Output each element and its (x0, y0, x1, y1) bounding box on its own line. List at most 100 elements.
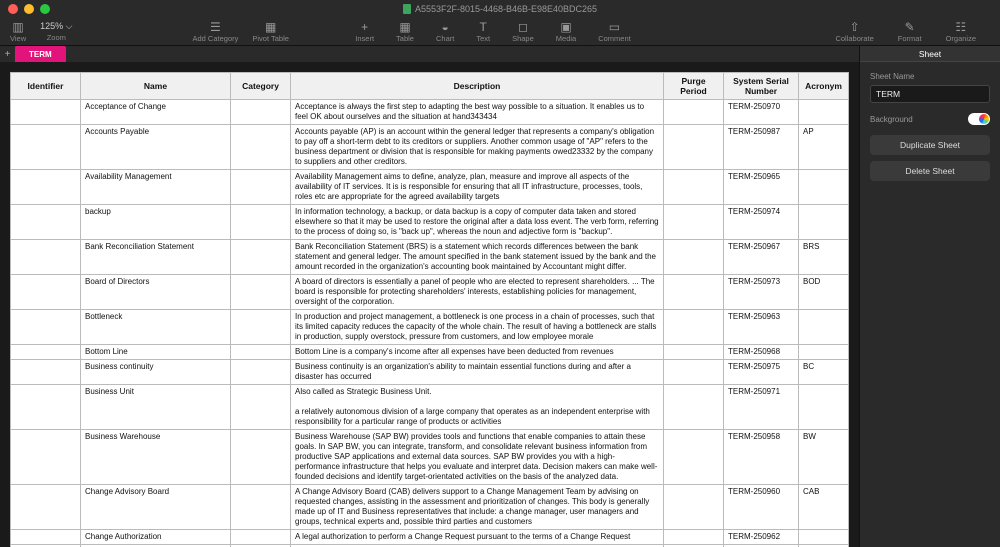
cell-description[interactable]: Acceptance is always the first step to a… (291, 100, 664, 125)
cell-purge[interactable] (664, 385, 724, 430)
cell-description[interactable]: In information technology, a backup, or … (291, 205, 664, 240)
cell-identifier[interactable] (11, 530, 81, 545)
inspector-tab-sheet[interactable]: Sheet (860, 46, 1000, 62)
cell-category[interactable] (231, 530, 291, 545)
cell-name[interactable]: Bottleneck (81, 310, 231, 345)
table-row[interactable]: Business Unit Also called as Strategic Bu… (11, 385, 849, 430)
cell-name[interactable]: Accounts Payable (81, 125, 231, 170)
cell-identifier[interactable] (11, 240, 81, 275)
cell-description[interactable]: Also called as Strategic Business Unit.a… (291, 385, 664, 430)
cell-category[interactable] (231, 360, 291, 385)
cell-identifier[interactable] (11, 385, 81, 430)
table-row[interactable]: Availability ManagementAvailability Mana… (11, 170, 849, 205)
col-header-description[interactable]: Description (291, 73, 664, 100)
cell-description[interactable]: Bottom Line is a company's income after … (291, 345, 664, 360)
cell-category[interactable] (231, 100, 291, 125)
table-row[interactable]: Change Advisory BoardA Change Advisory B… (11, 485, 849, 530)
cell-purge[interactable] (664, 275, 724, 310)
cell-identifier[interactable] (11, 430, 81, 485)
format-button[interactable]: ✎Format (898, 21, 922, 43)
sheet-name-input[interactable]: TERM (870, 85, 990, 103)
table-scroll-area[interactable]: Identifier Name Category Description Pur… (0, 62, 859, 547)
cell-purge[interactable] (664, 530, 724, 545)
cell-acronym[interactable]: BW (799, 430, 849, 485)
background-toggle[interactable] (968, 113, 990, 125)
view-button[interactable]: ▥ View (10, 21, 26, 43)
cell-name[interactable]: Change Authorization (81, 530, 231, 545)
cell-serial[interactable]: TERM-250965 (724, 170, 799, 205)
maximize-window-button[interactable] (40, 4, 50, 14)
cell-serial[interactable]: TERM-250971 (724, 385, 799, 430)
cell-name[interactable]: Business Unit (81, 385, 231, 430)
table-row[interactable]: Acceptance of Change Acceptance is always… (11, 100, 849, 125)
table-row[interactable]: Board of DirectorsA board of directors i… (11, 275, 849, 310)
cell-identifier[interactable] (11, 485, 81, 530)
minimize-window-button[interactable] (24, 4, 34, 14)
add-category-button[interactable]: ☰ Add Category (193, 21, 239, 43)
cell-serial[interactable]: TERM-250958 (724, 430, 799, 485)
cell-name[interactable]: Change Advisory Board (81, 485, 231, 530)
cell-description[interactable]: Availability Management aims to define, … (291, 170, 664, 205)
cell-serial[interactable]: TERM-250967 (724, 240, 799, 275)
cell-purge[interactable] (664, 485, 724, 530)
col-header-category[interactable]: Category (231, 73, 291, 100)
cell-serial[interactable]: TERM-250970 (724, 100, 799, 125)
collaborate-button[interactable]: ⇧Collaborate (835, 21, 873, 43)
cell-purge[interactable] (664, 345, 724, 360)
cell-serial[interactable]: TERM-250975 (724, 360, 799, 385)
duplicate-sheet-button[interactable]: Duplicate Sheet (870, 135, 990, 155)
cell-acronym[interactable]: BRS (799, 240, 849, 275)
table-row[interactable]: Accounts PayableAccounts payable (AP) is… (11, 125, 849, 170)
cell-acronym[interactable] (799, 100, 849, 125)
cell-category[interactable] (231, 430, 291, 485)
media-button[interactable]: ▣Media (556, 21, 576, 43)
cell-acronym[interactable] (799, 345, 849, 360)
cell-name[interactable]: Acceptance of Change (81, 100, 231, 125)
cell-purge[interactable] (664, 125, 724, 170)
table-row[interactable]: Change AuthorizationA legal authorizatio… (11, 530, 849, 545)
cell-name[interactable]: Bank Reconciliation Statement (81, 240, 231, 275)
cell-category[interactable] (231, 275, 291, 310)
cell-serial[interactable]: TERM-250962 (724, 530, 799, 545)
shape-button[interactable]: ◻Shape (512, 21, 534, 43)
sheet-tab-term[interactable]: TERM (15, 46, 66, 62)
cell-purge[interactable] (664, 170, 724, 205)
cell-serial[interactable]: TERM-250974 (724, 205, 799, 240)
cell-category[interactable] (231, 205, 291, 240)
cell-category[interactable] (231, 240, 291, 275)
cell-acronym[interactable]: AP (799, 125, 849, 170)
cell-description[interactable]: In production and project management, a … (291, 310, 664, 345)
cell-category[interactable] (231, 125, 291, 170)
cell-description[interactable]: Bank Reconciliation Statement (BRS) is a… (291, 240, 664, 275)
insert-button[interactable]: +Insert (355, 21, 374, 43)
cell-acronym[interactable] (799, 385, 849, 430)
table-button[interactable]: ▦Table (396, 21, 414, 43)
cell-purge[interactable] (664, 310, 724, 345)
col-header-purge[interactable]: Purge Period (664, 73, 724, 100)
cell-serial[interactable]: TERM-250973 (724, 275, 799, 310)
cell-name[interactable]: Business Warehouse (81, 430, 231, 485)
cell-purge[interactable] (664, 205, 724, 240)
cell-acronym[interactable] (799, 310, 849, 345)
chart-button[interactable]: ◒Chart (436, 21, 454, 43)
table-row[interactable]: Bank Reconciliation Statement Bank Reconc… (11, 240, 849, 275)
cell-name[interactable]: Business continuity (81, 360, 231, 385)
cell-name[interactable]: backup (81, 205, 231, 240)
cell-serial[interactable]: TERM-250968 (724, 345, 799, 360)
cell-serial[interactable]: TERM-250963 (724, 310, 799, 345)
add-sheet-button[interactable]: + (0, 46, 16, 62)
table-row[interactable]: Business continuityBusiness continuity i… (11, 360, 849, 385)
cell-purge[interactable] (664, 240, 724, 275)
data-table[interactable]: Identifier Name Category Description Pur… (10, 72, 849, 547)
cell-purge[interactable] (664, 100, 724, 125)
cell-acronym[interactable]: BOD (799, 275, 849, 310)
comment-button[interactable]: ▭Comment (598, 21, 631, 43)
zoom-control[interactable]: 125% ⌵ Zoom (40, 21, 72, 42)
cell-category[interactable] (231, 170, 291, 205)
cell-purge[interactable] (664, 430, 724, 485)
table-row[interactable]: Bottom LineBottom Line is a company's in… (11, 345, 849, 360)
delete-sheet-button[interactable]: Delete Sheet (870, 161, 990, 181)
cell-identifier[interactable] (11, 125, 81, 170)
text-button[interactable]: TText (476, 21, 490, 43)
cell-identifier[interactable] (11, 170, 81, 205)
